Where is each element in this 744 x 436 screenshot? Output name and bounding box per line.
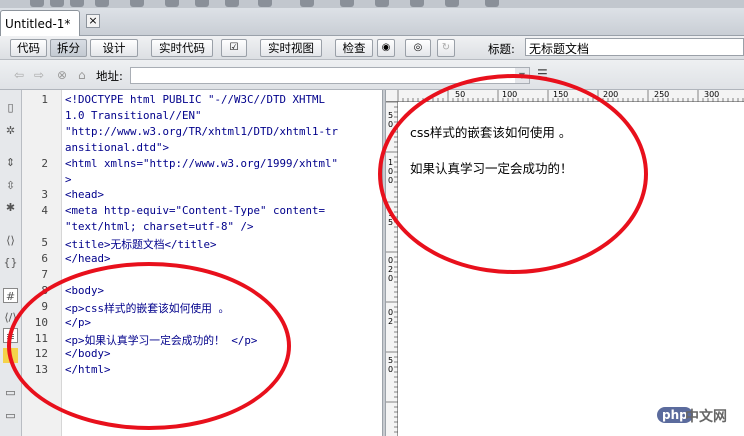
ruler-label: 0 [388,365,394,374]
coding-toolbar: ▯ ✲ ⇕ ⇳ ✱ ⟨⟩ {} # ⟨/⟩ ≡ ! ▭ ▭ [0,90,22,436]
line-number: 5 [41,236,48,250]
collapse-tag-icon[interactable]: ⇕ [3,155,18,170]
address-bar: ⇦ ⇨ ⊗ ⌂ 地址: ▼ ☰ [0,60,744,90]
visual-aids-icon[interactable]: ◎ [405,39,431,57]
title-label: 标题: [488,42,515,56]
home-icon[interactable]: ⌂ [78,68,86,82]
document-tab-label: Untitled-1* [5,17,71,31]
toolbar-icon[interactable] [165,0,179,7]
code-line[interactable]: "http://www.w3.org/TR/xhtml1/DTD/xhtml1-… [65,125,338,138]
code-line[interactable]: <head> [65,188,104,201]
code-line[interactable]: "text/html; charset=utf-8" /> [65,220,254,233]
ruler-label: 250 [654,90,670,99]
line-number: 6 [41,252,48,265]
toolbar-icon[interactable] [95,0,109,7]
toolbar-icon[interactable] [30,0,44,7]
code-line[interactable]: <html xmlns="http://www.w3.org/1999/xhtm… [65,157,338,170]
code-line[interactable]: <!DOCTYPE html PUBLIC "-//W3C//DTD XHTML [65,93,325,106]
top-toolbar-strip [0,0,744,8]
apply-comment-icon[interactable]: ▭ [3,385,18,400]
close-icon[interactable]: × [86,14,100,28]
code-line[interactable]: > [65,173,72,186]
toolbar-icon[interactable] [445,0,459,7]
watermark-text: 中文网 [685,409,727,425]
collapse-selection-icon[interactable]: ⇳ [3,178,18,193]
select-parent-tag-icon[interactable]: ⟨⟩ [3,233,18,248]
live-view-button[interactable]: 实时视图 [260,39,322,57]
globe-icon[interactable]: ◉ [377,39,395,57]
refresh-icon[interactable]: ↻ [437,39,455,57]
live-code-button[interactable]: 实时代码 [151,39,213,57]
line-numbers-icon[interactable]: # [3,288,18,303]
address-label: 地址: [96,69,123,83]
toolbar-icon[interactable] [410,0,424,7]
toolbar-icon[interactable] [130,0,144,7]
toolbar-icon[interactable] [195,0,209,7]
split-view-button[interactable]: 拆分 [50,39,87,57]
line-number: 4 [41,204,48,218]
toolbar-icon[interactable] [258,0,272,7]
ruler-label: 5 [388,111,394,120]
design-view-button[interactable]: 设计 [90,39,138,57]
title-input[interactable]: 无标题文档 [525,38,744,56]
ruler-label: 200 [603,90,619,99]
toolbar-icon[interactable] [340,0,354,7]
stop-icon[interactable]: ⊗ [57,68,67,82]
code-line[interactable]: <meta http-equiv="Content-Type" content= [65,204,325,217]
toolbar-icon[interactable] [300,0,314,7]
ruler-label: 300 [704,90,720,99]
toolbar-icon[interactable] [225,0,239,7]
line-number: 7 [41,267,48,281]
toolbar-icon[interactable] [485,0,499,7]
ruler-label: 5 [388,356,394,365]
toolbar-icon[interactable] [70,0,84,7]
inspect-button[interactable]: 检查 [335,39,373,57]
show-code-navigator-icon[interactable]: ✲ [3,123,18,138]
document-tab[interactable]: Untitled-1* [0,10,80,36]
line-number: 1 [41,93,48,106]
code-line[interactable]: ansitional.dtd"> [65,141,169,154]
line-number: 3 [41,188,48,202]
code-line[interactable]: <title>无标题文档</title> [65,236,217,252]
back-icon[interactable]: ⇦ [14,68,24,82]
document-toolbar: 代码 拆分 设计 实时代码 ☑ 实时视图 检查 ◉ ◎ ↻ 标题: 无标题文档 [0,36,744,60]
remove-comment-icon[interactable]: ▭ [3,408,18,423]
ruler-label: 2 [388,317,394,326]
annotation-circle [378,74,648,274]
check-browser-icon[interactable]: ☑ [221,39,247,57]
open-documents-icon[interactable]: ▯ [3,100,18,115]
annotation-circle [7,262,291,430]
balance-braces-icon[interactable]: {} [3,255,18,270]
expand-all-icon[interactable]: ✱ [3,200,18,215]
ruler-label: 0 [388,256,394,265]
code-line[interactable]: 1.0 Transitional//EN" [65,109,202,122]
code-line[interactable]: </head> [65,252,111,265]
line-number: 2 [41,156,48,170]
forward-icon[interactable]: ⇨ [34,68,44,82]
toolbar-icon[interactable] [50,0,64,7]
toolbar-icon[interactable] [375,0,389,7]
code-view-button[interactable]: 代码 [10,39,47,57]
ruler-label: 0 [388,274,394,283]
ruler-label: 2 [388,265,394,274]
ruler-label: 0 [388,308,394,317]
